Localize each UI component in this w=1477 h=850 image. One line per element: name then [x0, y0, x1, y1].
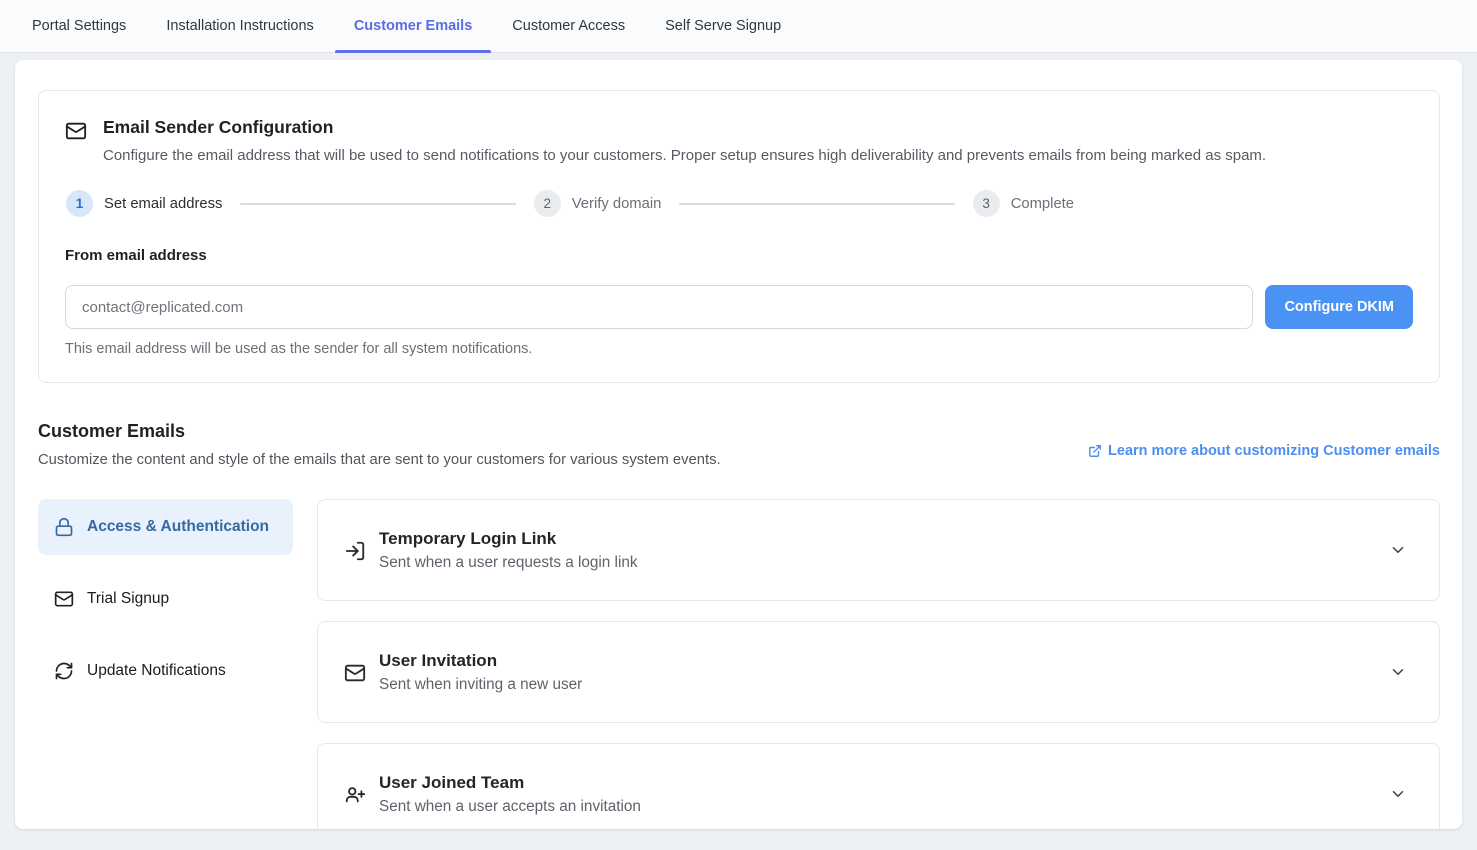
user-plus-icon [344, 784, 366, 806]
sidebar-item-trial-signup[interactable]: Trial Signup [38, 571, 293, 627]
from-email-helper-text: This email address will be used as the s… [65, 341, 1413, 357]
chevron-down-icon[interactable] [1389, 541, 1407, 559]
tab-installation-instructions[interactable]: Installation Instructions [147, 0, 333, 52]
step-set-email-address: 1 Set email address [66, 190, 222, 217]
email-sender-description: Configure the email address that will be… [103, 147, 1266, 164]
sidebar-item-access-authentication[interactable]: Access & Authentication [38, 499, 293, 555]
step-number: 3 [973, 190, 1000, 217]
template-subtitle: Sent when inviting a new user [379, 676, 1376, 694]
refresh-icon [54, 661, 74, 681]
tab-self-serve-signup[interactable]: Self Serve Signup [646, 0, 800, 52]
step-label: Verify domain [572, 196, 662, 212]
step-label: Set email address [104, 196, 222, 212]
template-card-user-invitation[interactable]: User Invitation Sent when inviting a new… [317, 621, 1440, 723]
tab-bar: Portal Settings Installation Instruction… [0, 0, 1477, 53]
template-card-temporary-login-link[interactable]: Temporary Login Link Sent when a user re… [317, 499, 1440, 601]
customer-emails-title: Customer Emails [38, 421, 721, 442]
template-card-user-joined-team[interactable]: User Joined Team Sent when a user accept… [317, 743, 1440, 829]
template-title: User Joined Team [379, 773, 1376, 793]
mail-icon [65, 120, 87, 164]
learn-more-label: Learn more about customizing Customer em… [1108, 443, 1440, 459]
sidebar-item-label: Trial Signup [87, 587, 169, 611]
step-number: 1 [66, 190, 93, 217]
login-icon [344, 540, 366, 562]
email-sender-title: Email Sender Configuration [103, 117, 1266, 138]
from-email-input[interactable] [65, 285, 1253, 329]
step-label: Complete [1011, 196, 1074, 212]
lock-icon [54, 517, 74, 537]
step-connector [240, 203, 515, 205]
tab-customer-emails[interactable]: Customer Emails [335, 0, 491, 52]
template-title: Temporary Login Link [379, 529, 1376, 549]
sidebar-item-update-notifications[interactable]: Update Notifications [38, 643, 293, 699]
step-connector [679, 203, 954, 205]
tab-customer-access[interactable]: Customer Access [493, 0, 644, 52]
main-panel: Email Sender Configuration Configure the… [15, 60, 1462, 829]
sidebar-item-label: Access & Authentication [87, 515, 269, 539]
from-email-label: From email address [65, 247, 1413, 264]
mail-icon [54, 589, 74, 609]
tab-portal-settings[interactable]: Portal Settings [13, 0, 145, 52]
email-sender-card: Email Sender Configuration Configure the… [38, 90, 1440, 383]
stepper: 1 Set email address 2 Verify domain 3 Co… [66, 190, 1074, 217]
customer-emails-description: Customize the content and style of the e… [38, 452, 721, 468]
email-category-sidebar: Access & Authentication Trial Signup Upd… [38, 499, 293, 829]
template-subtitle: Sent when a user requests a login link [379, 554, 1376, 572]
step-verify-domain: 2 Verify domain [534, 190, 662, 217]
step-complete: 3 Complete [973, 190, 1074, 217]
template-list: Temporary Login Link Sent when a user re… [317, 499, 1440, 829]
template-subtitle: Sent when a user accepts an invitation [379, 798, 1376, 816]
step-number: 2 [534, 190, 561, 217]
mail-icon [344, 662, 366, 684]
configure-dkim-button[interactable]: Configure DKIM [1265, 285, 1413, 329]
sidebar-item-label: Update Notifications [87, 659, 226, 683]
chevron-down-icon[interactable] [1389, 663, 1407, 681]
chevron-down-icon[interactable] [1389, 785, 1407, 803]
template-title: User Invitation [379, 651, 1376, 671]
learn-more-link[interactable]: Learn more about customizing Customer em… [1088, 443, 1440, 459]
external-link-icon [1088, 444, 1102, 458]
